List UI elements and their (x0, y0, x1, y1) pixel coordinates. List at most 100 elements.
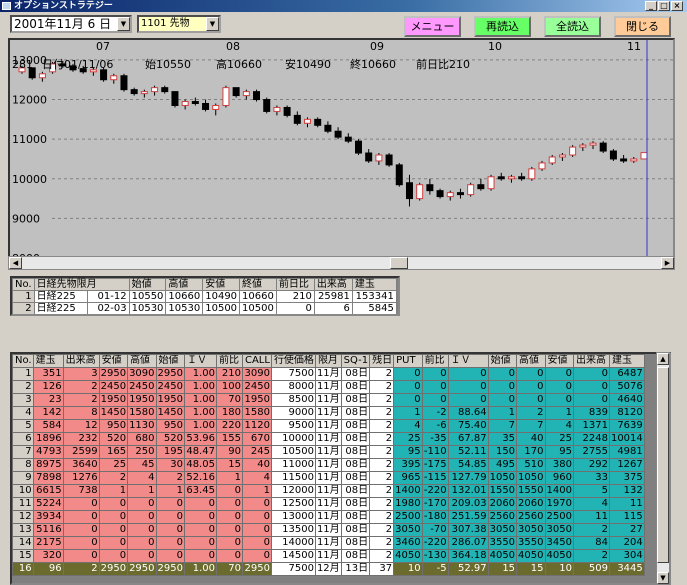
table-cell: 320 (32, 549, 64, 563)
column-header[interactable]: 残日 (369, 354, 395, 368)
date-select[interactable]: 2001年11月 6 日 ▼ (10, 15, 132, 33)
options-row[interactable]: 9 7898 1276 2 4 2 52.16 1 4 11500 11月 08日 2 965 -115 12… (12, 471, 645, 485)
price-chart[interactable]: 1300012000110001000090008000 0708091011 … (8, 38, 675, 268)
column-header[interactable]: ＩＶ (447, 354, 489, 368)
column-header[interactable]: 始値 (487, 354, 518, 368)
scroll-up-icon[interactable]: ▲ (657, 353, 669, 365)
table-cell: 584 (32, 419, 64, 433)
load-all-button[interactable]: 全読込 (544, 16, 601, 37)
options-row[interactable]: 11 5224 0 0 0 0 0 0 0 12500 11月 08日 2 1980 -170 209.03 2… (12, 497, 645, 511)
chevron-down-icon[interactable]: ▼ (206, 17, 219, 31)
column-header[interactable]: 前比 (421, 354, 449, 368)
column-header[interactable]: 出来高 (62, 354, 100, 368)
column-header[interactable]: 安値 (544, 354, 574, 368)
table-cell: 13500 (270, 523, 316, 537)
options-row[interactable]: 15 320 0 0 0 0 0 0 0 14500 11月 08日 2 4050 -130 364.18 40… (12, 549, 645, 563)
options-row[interactable]: 4 142 8 1450 1580 1450 1.00 180 1580 9000 11月 08日 2 1… (12, 406, 645, 420)
y-tick-label: 9000 (12, 212, 40, 225)
options-row[interactable]: 5 584 12 950 1130 950 1.00 220 1120 9500 11月 08日 2 4-… (12, 419, 645, 433)
window-titlebar: オプションストラテジー _ □ × (0, 0, 687, 12)
table-cell: 0 (447, 380, 489, 394)
options-row[interactable]: 13 5116 0 0 0 0 0 0 0 13500 11月 08日 2 3050 -70 307.38 30… (12, 523, 645, 537)
scroll-down-icon[interactable]: ▼ (657, 572, 669, 584)
column-header[interactable]: 建玉 (32, 354, 64, 368)
candle-body (426, 184, 434, 192)
candlestick-chart: 1300012000110001000090008000 0708091011 … (12, 40, 673, 258)
candle-body (202, 103, 210, 110)
table-cell: 70 (215, 562, 243, 576)
column-header[interactable]: 建玉 (608, 354, 645, 368)
options-row[interactable]: 3 23 2 1950 1950 1950 1.00 70 1950 8500 11月 08日 2 0 0 0… (12, 393, 645, 407)
column-header[interactable]: 前比 (215, 354, 243, 368)
options-row[interactable]: 6 1896 232 520 680 520 53.96 155 670 10000 11月 08日 2… (12, 432, 645, 446)
column-header[interactable]: PUT (393, 354, 423, 368)
column-header[interactable]: 始値 (155, 354, 185, 368)
column-header[interactable]: 日経先物限月 (33, 278, 130, 291)
options-vertical-scrollbar[interactable]: ▲ ▼ (656, 352, 670, 585)
row-number: 3 (12, 393, 34, 407)
options-row[interactable]: 1 351 3 2950 3090 2950 1.00 210 3090 7500 11月 08日 2 0… (12, 367, 645, 381)
scroll-thumb[interactable] (657, 367, 669, 563)
table-cell: 11月 (314, 549, 342, 563)
column-header[interactable]: 終値 (239, 278, 277, 291)
reload-button[interactable]: 再読込 (474, 16, 531, 37)
instrument-select[interactable]: 1101 先物 ▼ (137, 15, 221, 33)
maximize-button[interactable]: □ (658, 1, 670, 11)
table-cell: 0 (155, 510, 185, 524)
column-header[interactable]: 高値 (165, 278, 204, 291)
candle-body (416, 184, 424, 200)
table-cell: 11月 (314, 393, 342, 407)
row-number: 11 (12, 497, 34, 511)
table-cell: 3090 (127, 367, 157, 381)
table-cell: 88.64 (447, 406, 489, 420)
chevron-down-icon[interactable]: ▼ (117, 17, 130, 31)
table-cell: 9500 (270, 419, 316, 433)
table-cell: 395 (393, 458, 423, 472)
column-header[interactable]: 出来高 (572, 354, 610, 368)
scroll-left-icon[interactable]: ◀ (9, 257, 22, 269)
table-cell: 7500 (270, 367, 316, 381)
column-header[interactable]: 高値 (516, 354, 546, 368)
column-header[interactable]: 行使価格 (270, 354, 316, 368)
table-cell: 2 (516, 406, 546, 420)
options-row[interactable]: 2 126 2 2450 2450 2450 1.00 100 2450 8000 11月 08日 2 0… (12, 380, 645, 394)
futures-row[interactable]: 1 日経225 01-12 10550 10660 10490 10660 210 25981 1… (12, 290, 397, 303)
table-cell: 1 (241, 484, 272, 498)
column-header[interactable]: 建玉 (351, 278, 397, 291)
candle-body (110, 75, 118, 81)
column-header[interactable]: CALL (241, 354, 272, 368)
menu-button[interactable]: メニュー (404, 16, 461, 37)
table-cell: 0 (98, 497, 129, 511)
chart-horizontal-scrollbar[interactable]: ◀ ▶ (8, 256, 675, 270)
column-header[interactable]: 出来高 (313, 278, 353, 291)
scroll-right-icon[interactable]: ▶ (661, 257, 674, 269)
column-header[interactable]: 安値 (202, 278, 241, 291)
close-window-button[interactable]: × (671, 1, 683, 11)
column-header[interactable]: SQ-1 (340, 354, 371, 368)
column-header[interactable]: 高値 (127, 354, 157, 368)
column-header[interactable]: No. (12, 354, 34, 368)
close-button[interactable]: 閉じる (614, 16, 671, 37)
table-cell: 08日 (340, 471, 371, 485)
futures-row[interactable]: 2 日経225 02-03 10530 10530 10500 10500 0 6 5845 (12, 302, 397, 314)
minimize-button[interactable]: _ (645, 1, 657, 11)
table-cell: 37 (369, 562, 395, 576)
options-row[interactable]: 16 96 2 2950 2950 2950 1.00 70 2950 7500 12月 13日 37 1… (12, 562, 645, 576)
options-row[interactable]: 8 8975 3640 25 45 30 48.05 15 40 11000 11月 08日 2 395-… (12, 458, 645, 472)
table-cell: 52.11 (447, 445, 489, 459)
options-row[interactable]: 10 6615 738 1 1 1 63.45 0 1 12000 11月 08日 2 1400 -220 1… (12, 484, 645, 498)
options-row[interactable]: 12 3934 0 0 0 0 0 0 0 13000 11月 08日 2 2500 -180 251.59 2… (12, 510, 645, 524)
column-header[interactable]: 安値 (98, 354, 129, 368)
table-cell: -175 (421, 458, 449, 472)
column-header[interactable]: ＩＶ (183, 354, 217, 368)
options-row[interactable]: 14 2175 0 0 0 0 0 0 0 14000 11月 08日 2 3460 -220 286.07 3… (12, 536, 645, 550)
scroll-thumb[interactable] (390, 257, 408, 269)
candle-body (324, 124, 332, 132)
candle-body (191, 101, 199, 104)
table-cell: 4050 (393, 549, 423, 563)
column-header[interactable]: 始値 (128, 278, 167, 291)
column-header[interactable]: 前日比 (275, 278, 315, 291)
options-row[interactable]: 7 4793 2599 165 250 195 48.47 90 245 10500 11月 08日 2… (12, 445, 645, 459)
column-header[interactable]: 限月 (314, 354, 342, 368)
column-header[interactable]: No. (12, 278, 35, 291)
